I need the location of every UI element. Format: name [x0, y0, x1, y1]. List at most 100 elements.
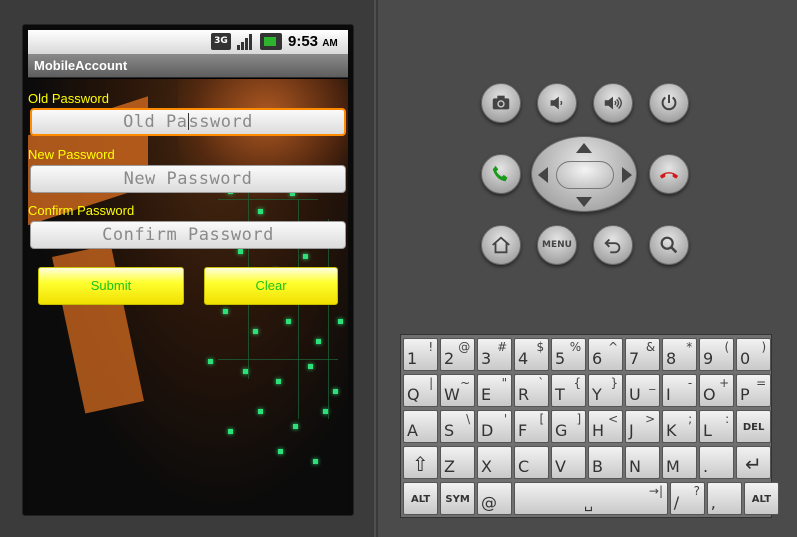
dpad-left-icon — [538, 167, 548, 183]
old-password-input[interactable]: Old Password — [30, 108, 346, 136]
status-bar: 3G 9:53 AM — [28, 30, 348, 54]
key-9[interactable]: 9( — [699, 338, 735, 371]
dpad-right-icon — [622, 167, 632, 183]
circuit-light — [276, 379, 281, 384]
emulator-controls-panel: MENU 1! 2 @3 #4 $5% 6 ^ 7 & 8 * 9(0) Q | W ~ E " R ` T{Y} U _ I… — [378, 0, 797, 537]
key-alt-label: [ — [539, 412, 545, 426]
key-alt-label: = — [756, 376, 767, 390]
call-button[interactable] — [481, 154, 521, 194]
key-v[interactable]: V — [551, 446, 587, 479]
key-i[interactable]: I- — [662, 374, 698, 407]
key-enter[interactable]: ↵ — [736, 446, 772, 479]
submit-button[interactable]: Submit — [38, 267, 184, 305]
key-q[interactable]: Q | — [403, 374, 439, 407]
key-t[interactable]: T{ — [551, 374, 587, 407]
key-p[interactable]: P = — [736, 374, 772, 407]
menu-button[interactable]: MENU — [537, 225, 577, 265]
key-o[interactable]: O + — [699, 374, 735, 407]
key-alt-label: : — [725, 412, 730, 426]
key-label: , — [710, 493, 716, 512]
key-r[interactable]: R ` — [514, 374, 550, 407]
key-4[interactable]: 4 $ — [514, 338, 550, 371]
volume-down-button[interactable] — [537, 83, 577, 123]
key-label: J — [629, 421, 634, 440]
power-button[interactable] — [649, 83, 689, 123]
new-password-input[interactable]: New Password — [30, 165, 346, 193]
back-button[interactable] — [593, 225, 633, 265]
end-call-button[interactable] — [649, 154, 689, 194]
circuit-light — [293, 424, 298, 429]
key-sym[interactable]: SYM — [440, 482, 476, 515]
key-alt-label: # — [497, 340, 508, 354]
key-1[interactable]: 1! — [403, 338, 439, 371]
call-icon — [492, 165, 508, 182]
key-label: A — [407, 421, 418, 440]
camera-button[interactable] — [481, 83, 521, 123]
key-j[interactable]: J > — [625, 410, 661, 443]
key-del[interactable]: DEL — [736, 410, 772, 443]
key-n[interactable]: N — [625, 446, 661, 479]
key-slash[interactable]: /? — [669, 482, 705, 515]
key-0[interactable]: 0) — [736, 338, 772, 371]
key-space[interactable]: ␣ →| — [514, 482, 668, 515]
key-w[interactable]: W ~ — [440, 374, 476, 407]
key-x[interactable]: X — [477, 446, 513, 479]
old-password-label: Old Password — [28, 91, 109, 106]
key-d[interactable]: D ' — [477, 410, 513, 443]
home-button[interactable] — [481, 225, 521, 265]
key-m[interactable]: M — [662, 446, 698, 479]
key-comma[interactable]: , — [706, 482, 742, 515]
key-label: W — [444, 385, 460, 404]
key-6[interactable]: 6 ^ — [588, 338, 624, 371]
key-label: DEL — [742, 422, 765, 433]
key-label: 8 — [666, 349, 677, 368]
dpad[interactable] — [531, 136, 637, 212]
key-label: ALT — [410, 494, 431, 505]
key-label: Q — [407, 385, 420, 404]
key-u[interactable]: U _ — [625, 374, 661, 407]
key-label: ALT — [751, 494, 772, 505]
key-alt-label: ^ — [608, 340, 619, 354]
key-period[interactable]: . — [699, 446, 735, 479]
menu-label: MENU — [542, 240, 572, 250]
dpad-up-icon — [576, 143, 592, 153]
key-at[interactable]: @ — [477, 482, 513, 515]
key-c[interactable]: C — [514, 446, 550, 479]
key-y[interactable]: Y} — [588, 374, 624, 407]
key-l[interactable]: L: — [699, 410, 735, 443]
key-a[interactable]: A — [403, 410, 439, 443]
key-z[interactable]: Z — [440, 446, 476, 479]
key-label: H — [592, 421, 605, 440]
clear-button[interactable]: Clear — [204, 267, 338, 305]
key-s[interactable]: S \ — [440, 410, 476, 443]
key-5[interactable]: 5% — [551, 338, 587, 371]
search-icon — [660, 236, 678, 254]
key-b[interactable]: B — [588, 446, 624, 479]
search-button[interactable] — [649, 225, 689, 265]
confirm-password-input[interactable]: Confirm Password — [30, 221, 346, 249]
circuit-light — [223, 309, 228, 314]
app-title-bar: MobileAccount — [28, 54, 348, 78]
key-2[interactable]: 2 @ — [440, 338, 476, 371]
key-e[interactable]: E " — [477, 374, 513, 407]
app-title: MobileAccount — [34, 58, 128, 73]
circuit-light — [258, 409, 263, 414]
circuit-light — [286, 319, 291, 324]
key-f[interactable]: F[ — [514, 410, 550, 443]
key-label: R — [518, 385, 530, 404]
key-3[interactable]: 3 # — [477, 338, 513, 371]
key-h[interactable]: H < — [588, 410, 624, 443]
circuit-light — [258, 209, 263, 214]
key-alt[interactable]: ALT — [403, 482, 439, 515]
emulator-screen-panel: 3G 9:53 AM MobileAccount Old Password Ol… — [0, 0, 376, 537]
key-shift[interactable]: ⇧ — [403, 446, 439, 479]
key-alt-label: * — [686, 340, 693, 354]
key-alt[interactable]: ALT — [743, 482, 779, 515]
circuit-light — [228, 429, 233, 434]
dpad-center-button[interactable] — [556, 161, 614, 189]
key-g[interactable]: G] — [551, 410, 587, 443]
volume-up-button[interactable] — [593, 83, 633, 123]
key-8[interactable]: 8 * — [662, 338, 698, 371]
key-7[interactable]: 7 & — [625, 338, 661, 371]
key-k[interactable]: K; — [662, 410, 698, 443]
